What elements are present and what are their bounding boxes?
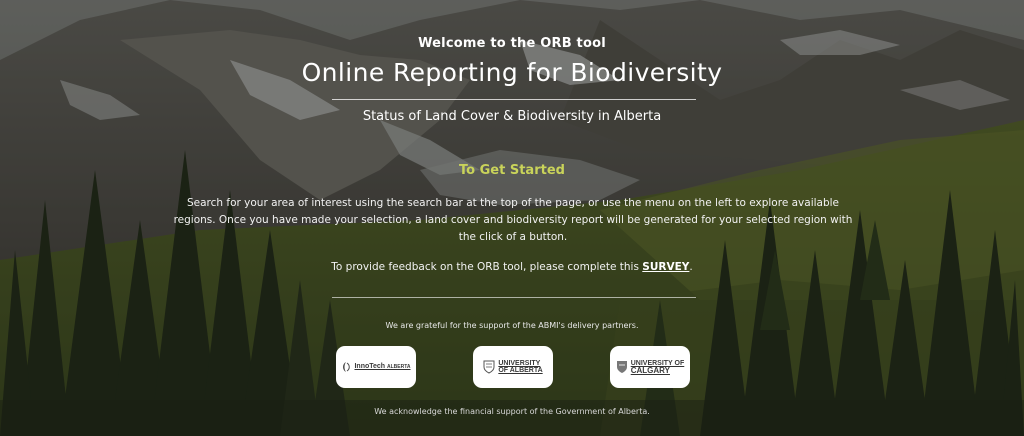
survey-link[interactable]: SURVEY (642, 261, 689, 273)
feedback-text: To provide feedback on the ORB tool, ple… (0, 261, 1024, 273)
innotech-logo: InnoTech ALBERTA (341, 361, 411, 373)
partners-thanks-text: We are grateful for the support of the A… (385, 321, 639, 330)
ucalgary-logo: UNIVERSITY OF CALGARY (616, 360, 685, 375)
ualberta-shield-icon (483, 360, 495, 374)
page-subtitle: Status of Land Cover & Biodiversity in A… (362, 109, 662, 124)
ucalgary-logo-link[interactable]: UNIVERSITY OF CALGARY (610, 346, 690, 388)
hero-banner: Welcome to the ORB tool Online Reporting… (0, 0, 1024, 436)
innotech-logo-link[interactable]: InnoTech ALBERTA (336, 346, 416, 388)
ualberta-logo-line2: OF ALBERTA (498, 367, 543, 374)
innotech-swirl-icon (343, 362, 351, 372)
ualberta-logo: UNIVERSITY OF ALBERTA (483, 360, 543, 374)
ucalgary-logo-text: UNIVERSITY OF CALGARY (631, 360, 685, 375)
feedback-prefix: To provide feedback on the ORB tool, ple… (331, 261, 643, 273)
innotech-logo-line2: ALBERTA (387, 364, 411, 370)
partners-divider (332, 297, 696, 298)
innotech-logo-line1: InnoTech (354, 363, 386, 370)
title-divider (332, 99, 696, 100)
feedback-suffix: . (689, 261, 693, 273)
ualberta-logo-link[interactable]: UNIVERSITY OF ALBERTA (473, 346, 553, 388)
ualberta-logo-line1: UNIVERSITY (498, 360, 541, 367)
innotech-logo-text: InnoTech ALBERTA (354, 363, 410, 371)
ucalgary-crest-icon (616, 361, 627, 373)
ualberta-logo-text: UNIVERSITY OF ALBERTA (498, 360, 542, 374)
get-started-heading: To Get Started (459, 163, 565, 178)
government-acknowledgement-text: We acknowledge the financial support of … (374, 407, 650, 416)
instructions-text: Search for your area of interest using t… (173, 197, 853, 243)
welcome-text: Welcome to the ORB tool (418, 36, 606, 51)
hero-content: Welcome to the ORB tool Online Reporting… (0, 0, 1024, 436)
ucalgary-logo-line2: CALGARY (630, 365, 670, 375)
page-title: Online Reporting for Biodiversity (301, 58, 723, 87)
